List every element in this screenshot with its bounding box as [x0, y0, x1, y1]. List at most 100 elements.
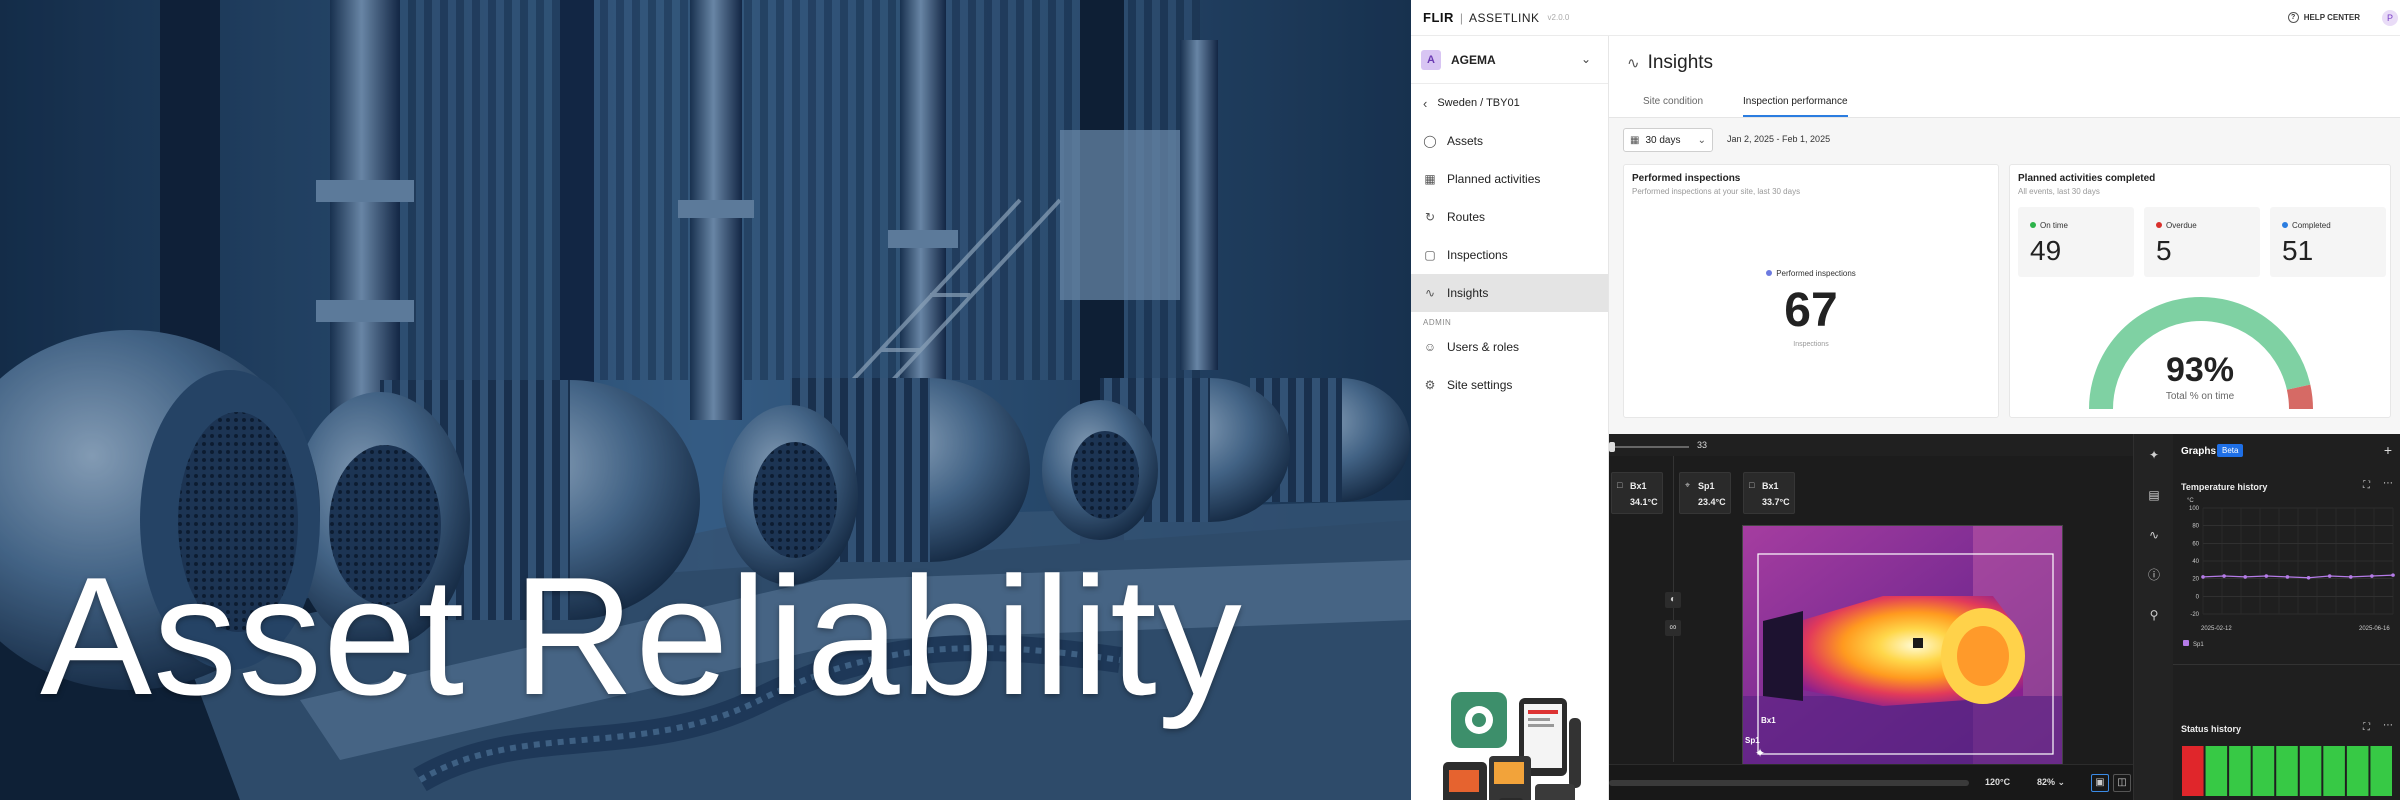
- beta-badge: Beta: [2217, 444, 2244, 457]
- measurement-bx1[interactable]: □ Bx1 34.1°C: [1611, 472, 1663, 514]
- sidebar: A AGEMA ⌄ ‹ Sweden / TBY01 ◯ Assets ▦ Pl…: [1411, 36, 1609, 800]
- measurement-bx1-alt[interactable]: □ Bx1 33.7°C: [1743, 472, 1795, 514]
- timeline-handle[interactable]: [1609, 442, 1615, 452]
- performed-inspections-card: Performed inspections Performed inspecti…: [1623, 164, 1999, 418]
- more-icon[interactable]: ⋯: [2383, 478, 2393, 489]
- performed-unit: Inspections: [1793, 341, 1829, 348]
- card-subtitle: Performed inspections at your site, last…: [1632, 187, 1801, 196]
- page-header: ∿ Insights Site condition Inspection per…: [1609, 36, 2400, 118]
- sidebar-item-inspections[interactable]: ▢ Inspections: [1411, 236, 1608, 274]
- palette-tool-icon[interactable]: ◐: [1665, 592, 1681, 608]
- temp-data-point: [2264, 574, 2269, 578]
- temp-data-point: [2285, 575, 2290, 579]
- performed-count: 67: [1784, 284, 1838, 337]
- spot-marker-icon[interactable]: ✦: [1755, 746, 1765, 760]
- users-icon: ☺: [1423, 340, 1437, 354]
- status-bar-ok: [2205, 746, 2228, 796]
- status-bar-ok: [2276, 746, 2298, 796]
- org-switcher[interactable]: A AGEMA ⌄: [1411, 36, 1608, 84]
- temperature-readout: 120°C: [1985, 777, 2011, 787]
- card-subtitle: All events, last 30 days: [2018, 187, 2100, 196]
- y-tick-label: 100: [2189, 506, 2200, 512]
- status-bar-ok: [2229, 746, 2251, 796]
- location-pin-icon[interactable]: ⚲: [2147, 608, 2161, 622]
- stat-label: Overdue: [2156, 221, 2197, 230]
- measurement-name: Bx1: [1762, 481, 1779, 491]
- expand-icon[interactable]: ⛶: [2363, 722, 2370, 733]
- gear-icon: ⚙: [1424, 378, 1436, 392]
- sidebar-item-insights[interactable]: ∿ Insights: [1411, 274, 1608, 312]
- sidebar-item-routes[interactable]: ↻ Routes: [1411, 198, 1608, 236]
- temp-data-point: [2327, 574, 2332, 578]
- sidebar-item-label: Assets: [1447, 134, 1484, 148]
- status-history-chart: [2182, 746, 2392, 796]
- viewer-tool-rail: ✦ ▤ ∿ ⓘ ⚲: [2133, 434, 2173, 800]
- clipboard-icon: ▢: [1424, 248, 1436, 262]
- stat-label: On time: [2030, 221, 2068, 230]
- chevron-down-icon: ⌄: [1697, 134, 1706, 146]
- measurement-name: Bx1: [1630, 481, 1647, 491]
- period-select-value: 30 days: [1645, 134, 1681, 146]
- viewer-divider: [1673, 456, 1674, 762]
- stat-label: Completed: [2282, 221, 2331, 230]
- chevron-left-icon: ‹: [1423, 95, 1428, 111]
- route-icon: ↻: [1424, 210, 1436, 224]
- temp-data-point: [2201, 575, 2205, 579]
- add-graph-icon[interactable]: +: [2384, 442, 2392, 458]
- series-dot: [2183, 640, 2189, 646]
- y-tick-label: 20: [2192, 577, 2199, 583]
- stat-value: 49: [2030, 235, 2062, 266]
- planned-activities-card: Planned activities completed All events,…: [2009, 164, 2391, 418]
- measurement-sp1[interactable]: ⌖ Sp1 23.4°C: [1679, 472, 1731, 514]
- thermal-image[interactable]: Bx1 Sp1 ✦: [1742, 525, 2063, 768]
- box-icon: □: [1617, 480, 1623, 490]
- sidebar-item-assets[interactable]: ◯ Assets: [1411, 122, 1608, 160]
- temp-data-point: [2222, 574, 2226, 578]
- page-title: ∿ Insights: [1627, 52, 1713, 74]
- status-bar-ok: [2370, 746, 2392, 796]
- expand-icon[interactable]: ⛶: [2363, 480, 2370, 491]
- chart-icon: ∿: [1627, 55, 1640, 72]
- user-avatar[interactable]: P: [2382, 10, 2398, 26]
- thermal-image-viewer: 33 □ Bx1 34.1°C ⌖ Sp1 23.4°C □ Bx1 33.7°…: [1609, 434, 2400, 800]
- sidebar-item-site-settings[interactable]: ⚙ Site settings: [1411, 366, 1608, 404]
- stat-overdue: Overdue 5: [2144, 207, 2260, 277]
- hero-banner: Asset Reliability: [0, 0, 1411, 800]
- brand-divider: |: [1459, 10, 1464, 25]
- sidebar-item-users-roles[interactable]: ☺ Users & roles: [1411, 328, 1608, 366]
- sidebar-item-planned-activities[interactable]: ▦ Planned activities: [1411, 160, 1608, 198]
- card-title: Performed inspections: [1632, 173, 1741, 184]
- crosshair-icon[interactable]: ✦: [2147, 448, 2161, 462]
- admin-section-label: ADMIN: [1423, 318, 1452, 327]
- link-tool-icon[interactable]: ∞: [1665, 620, 1681, 636]
- tab-site-condition[interactable]: Site condition: [1643, 96, 1703, 115]
- tab-inspection-performance[interactable]: Inspection performance: [1743, 96, 1848, 117]
- single-view-icon[interactable]: ▣: [2091, 774, 2109, 792]
- book-icon[interactable]: ▤: [2147, 488, 2161, 502]
- help-center-link[interactable]: ? HELP CENTER: [2287, 12, 2360, 23]
- info-icon[interactable]: ⓘ: [2147, 568, 2161, 582]
- range-slider[interactable]: [1609, 780, 1969, 786]
- stat-value: 51: [2282, 235, 2314, 266]
- panel-divider: [2173, 664, 2400, 665]
- site-breadcrumb[interactable]: ‹ Sweden / TBY01: [1411, 84, 1608, 122]
- sidebar-item-label: Users & roles: [1447, 340, 1520, 354]
- top-bar: FLIR | ASSETLINK v2.0.0 ? HELP CENTER P: [1411, 0, 2400, 36]
- overdue-dot: [2156, 222, 2162, 228]
- legend-dot: [1766, 270, 1773, 276]
- split-view-icon[interactable]: ◫: [2113, 774, 2131, 792]
- status-bar-ok: [2346, 746, 2369, 796]
- product-name: ASSETLINK: [1469, 10, 1540, 25]
- measurement-value: 23.4°C: [1698, 497, 1726, 507]
- period-select[interactable]: ▦ 30 days ⌄: [1623, 128, 1713, 152]
- sidebar-item-label: Planned activities: [1447, 172, 1541, 186]
- zoom-select[interactable]: 82% ⌄: [2037, 777, 2065, 788]
- more-icon[interactable]: ⋯: [2383, 720, 2393, 731]
- graph-icon[interactable]: ∿: [2147, 528, 2161, 542]
- performed-legend-label: Performed inspections: [1776, 269, 1856, 278]
- sidebar-item-label: Insights: [1447, 286, 1489, 300]
- gauge-value: 93%: [2165, 351, 2235, 389]
- measurement-name: Sp1: [1698, 481, 1715, 491]
- card-title: Planned activities completed: [2018, 173, 2156, 184]
- timeline-track[interactable]: [1609, 446, 1689, 448]
